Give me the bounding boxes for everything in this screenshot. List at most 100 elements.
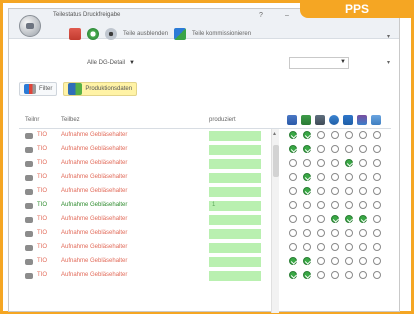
view-icon[interactable] — [105, 28, 117, 40]
table-row[interactable]: TIO Aufnahme Gebläsehalter — [19, 257, 391, 267]
status-empty-icon[interactable] — [331, 173, 339, 181]
status-empty-icon[interactable] — [345, 187, 353, 195]
status-empty-icon[interactable] — [331, 159, 339, 167]
status-empty-icon[interactable] — [359, 131, 367, 139]
status-empty-icon[interactable] — [317, 215, 325, 223]
status-empty-icon[interactable] — [317, 173, 325, 181]
status-empty-icon[interactable] — [373, 229, 381, 237]
status-ok-icon[interactable] — [345, 159, 353, 167]
status-ok-icon[interactable] — [303, 271, 311, 279]
status-icon-7[interactable] — [371, 115, 381, 125]
status-ok-icon[interactable] — [303, 187, 311, 195]
status-empty-icon[interactable] — [359, 201, 367, 209]
status-ok-icon[interactable] — [289, 271, 297, 279]
status-empty-icon[interactable] — [331, 257, 339, 265]
status-empty-icon[interactable] — [359, 257, 367, 265]
status-empty-icon[interactable] — [331, 271, 339, 279]
table-row[interactable]: TIO Aufnahme Gebläsehalter 1 — [19, 201, 391, 211]
table-row[interactable]: TIO Aufnahme Gebläsehalter — [19, 271, 391, 281]
status-icon-4[interactable] — [329, 115, 339, 125]
status-ok-icon[interactable] — [289, 145, 297, 153]
status-empty-icon[interactable] — [345, 131, 353, 139]
status-empty-icon[interactable] — [303, 215, 311, 223]
filter-button[interactable]: Filter — [19, 82, 58, 96]
refresh-icon[interactable] — [87, 28, 99, 40]
table-row[interactable]: TIO Aufnahme Gebläsehalter — [19, 229, 391, 239]
status-empty-icon[interactable] — [303, 229, 311, 237]
status-empty-icon[interactable] — [373, 187, 381, 195]
status-empty-icon[interactable] — [317, 187, 325, 195]
status-ok-icon[interactable] — [345, 215, 353, 223]
status-empty-icon[interactable] — [331, 243, 339, 251]
status-empty-icon[interactable] — [317, 271, 325, 279]
status-icon-1[interactable] — [287, 115, 297, 125]
status-ok-icon[interactable] — [303, 145, 311, 153]
row-chevron-icon[interactable]: ▾ — [387, 59, 390, 66]
status-ok-icon[interactable] — [331, 215, 339, 223]
status-empty-icon[interactable] — [289, 187, 297, 195]
status-icon-6[interactable] — [357, 115, 367, 125]
status-empty-icon[interactable] — [317, 131, 325, 139]
status-empty-icon[interactable] — [373, 215, 381, 223]
status-icon-2[interactable] — [301, 115, 311, 125]
status-empty-icon[interactable] — [317, 201, 325, 209]
people-icon[interactable] — [69, 28, 81, 40]
status-empty-icon[interactable] — [317, 243, 325, 251]
status-empty-icon[interactable] — [345, 271, 353, 279]
status-empty-icon[interactable] — [373, 243, 381, 251]
header-teilnr[interactable]: Teilnr — [25, 117, 39, 123]
toolbar-label-commission[interactable]: Teile kommissionieren — [192, 31, 251, 37]
status-icon-3[interactable] — [315, 115, 325, 125]
status-icon-5[interactable] — [343, 115, 353, 125]
header-teilbez[interactable]: Teilbez — [61, 117, 80, 123]
status-ok-icon[interactable] — [289, 257, 297, 265]
status-empty-icon[interactable] — [289, 201, 297, 209]
table-row[interactable]: TIO Aufnahme Gebläsehalter — [19, 215, 391, 225]
status-empty-icon[interactable] — [359, 145, 367, 153]
table-row[interactable]: TIO Aufnahme Gebläsehalter — [19, 187, 391, 197]
table-row[interactable]: TIO Aufnahme Gebläsehalter — [19, 243, 391, 253]
status-empty-icon[interactable] — [345, 201, 353, 209]
status-empty-icon[interactable] — [317, 257, 325, 265]
status-empty-icon[interactable] — [289, 215, 297, 223]
status-empty-icon[interactable] — [345, 173, 353, 181]
status-empty-icon[interactable] — [289, 229, 297, 237]
app-menu-icon[interactable] — [19, 15, 41, 37]
status-empty-icon[interactable] — [331, 131, 339, 139]
production-data-button[interactable]: Produktionsdaten — [63, 82, 138, 96]
status-empty-icon[interactable] — [359, 271, 367, 279]
status-empty-icon[interactable] — [373, 201, 381, 209]
status-ok-icon[interactable] — [303, 131, 311, 139]
status-empty-icon[interactable] — [373, 173, 381, 181]
detail-combo[interactable]: Alle DG-Detail ▼ — [87, 57, 135, 69]
status-empty-icon[interactable] — [373, 159, 381, 167]
customize-icon[interactable] — [174, 28, 187, 40]
status-empty-icon[interactable] — [289, 243, 297, 251]
status-empty-icon[interactable] — [289, 159, 297, 167]
status-empty-icon[interactable] — [303, 243, 311, 251]
status-empty-icon[interactable] — [331, 229, 339, 237]
status-empty-icon[interactable] — [345, 243, 353, 251]
status-empty-icon[interactable] — [331, 145, 339, 153]
status-empty-icon[interactable] — [317, 229, 325, 237]
minimize-button[interactable]: – — [285, 12, 289, 19]
status-ok-icon[interactable] — [289, 131, 297, 139]
toolbar-chevron-icon[interactable]: ▾ — [387, 33, 390, 40]
table-row[interactable]: TIO Aufnahme Gebläsehalter — [19, 173, 391, 183]
status-empty-icon[interactable] — [373, 257, 381, 265]
status-empty-icon[interactable] — [331, 201, 339, 209]
status-ok-icon[interactable] — [303, 173, 311, 181]
status-empty-icon[interactable] — [303, 159, 311, 167]
status-empty-icon[interactable] — [317, 159, 325, 167]
table-row[interactable]: TIO Aufnahme Gebläsehalter — [19, 145, 391, 155]
status-empty-icon[interactable] — [331, 187, 339, 195]
help-button[interactable]: ? — [259, 12, 263, 19]
status-empty-icon[interactable] — [359, 187, 367, 195]
status-empty-icon[interactable] — [345, 145, 353, 153]
status-empty-icon[interactable] — [359, 173, 367, 181]
status-empty-icon[interactable] — [345, 229, 353, 237]
status-empty-icon[interactable] — [359, 159, 367, 167]
status-empty-icon[interactable] — [359, 243, 367, 251]
table-row[interactable]: TIO Aufnahme Gebläsehalter — [19, 159, 391, 169]
header-produziert[interactable]: produziert — [209, 117, 236, 123]
